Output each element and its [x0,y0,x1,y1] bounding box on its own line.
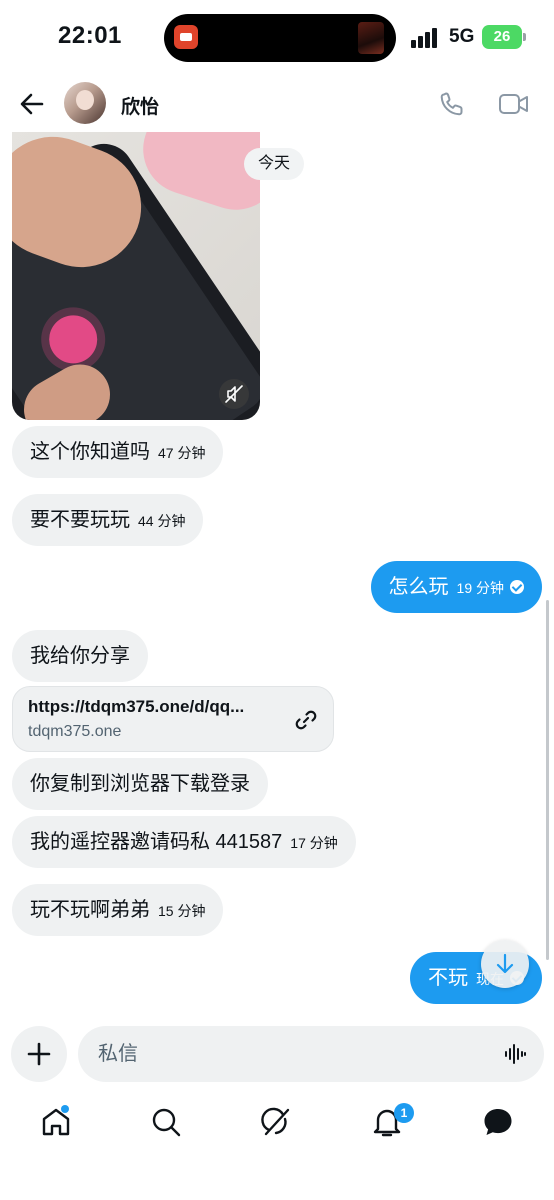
signal-icon [411,28,439,48]
battery-level: 26 [493,28,511,45]
message-text: 怎么玩 [388,576,449,598]
status-bar: 22:01 5G 26 [0,0,554,78]
phone-icon[interactable] [438,90,466,118]
link-icon[interactable] [293,707,319,733]
date-divider: 今天 [244,148,305,180]
battery-tip [523,33,526,41]
link-url[interactable]: https://tdqm375.one/d/qq... [28,697,278,717]
avatar[interactable] [64,82,106,124]
message-bubble-incoming[interactable]: 玩不玩啊弟弟 15 分钟 [12,884,224,936]
messages-icon[interactable] [480,1104,516,1140]
video-icon[interactable] [498,91,530,117]
message-time: 15 分钟 [158,903,206,919]
notifications-badge: 1 [394,1103,414,1123]
status-time: 22:01 [58,22,122,49]
back-arrow-icon[interactable] [16,88,48,120]
message-bubble-incoming[interactable]: 要不要玩玩 44 分钟 [12,494,204,546]
message-time: 17 分钟 [290,835,338,851]
scrollbar[interactable] [546,600,549,960]
message-text: 玩不玩啊弟弟 [30,899,150,921]
message-text: 要不要玩玩 [30,509,130,531]
message-text: 不玩 [428,967,468,989]
search-icon[interactable] [148,1104,184,1140]
message-bubble-outgoing[interactable]: 怎么玩 19 分钟 [370,561,542,613]
media-activity-thumbnail [358,22,384,54]
arrow-down-icon [496,953,514,974]
message-bubble-incoming[interactable]: 这个你知道吗 47 分钟 [12,426,224,478]
message-bubble-incoming[interactable]: 我给你分享 [12,630,148,682]
message-bubble-incoming[interactable]: 我的遥控器邀请码私 441587 17 分钟 [12,816,356,868]
add-attachment-button[interactable] [11,1026,67,1082]
grok-icon[interactable] [258,1104,294,1140]
message-input[interactable] [78,1026,544,1082]
conversation-header: 欣怡 [0,78,554,132]
link-domain: tdqm375.one [28,723,122,740]
scroll-to-bottom-button[interactable] [481,940,529,988]
message-time: 47 分钟 [158,445,206,461]
link-preview-card[interactable]: https://tdqm375.one/d/qq... tdqm375.one [12,686,334,752]
message-time: 19 分钟 [456,580,504,596]
network-type: 5G [449,26,475,47]
voice-icon[interactable] [503,1042,527,1066]
mute-icon[interactable] [219,379,249,409]
read-check-icon [510,580,524,594]
message-text: 这个你知道吗 [30,441,150,463]
contact-name[interactable]: 欣怡 [121,92,159,119]
home-new-dot [61,1105,69,1113]
message-text: 我的遥控器邀请码私 441587 [30,831,283,853]
battery-icon: 26 [482,25,522,49]
dynamic-island [164,14,396,62]
plus-icon [27,1042,51,1066]
video-message[interactable] [12,132,260,420]
message-text: 你复制到浏览器下载登录 [30,773,250,795]
app-activity-icon [174,25,198,49]
message-bubble-incoming[interactable]: 你复制到浏览器下载登录 [12,758,268,810]
message-text: 我给你分享 [30,645,130,667]
message-time: 44 分钟 [138,513,186,529]
